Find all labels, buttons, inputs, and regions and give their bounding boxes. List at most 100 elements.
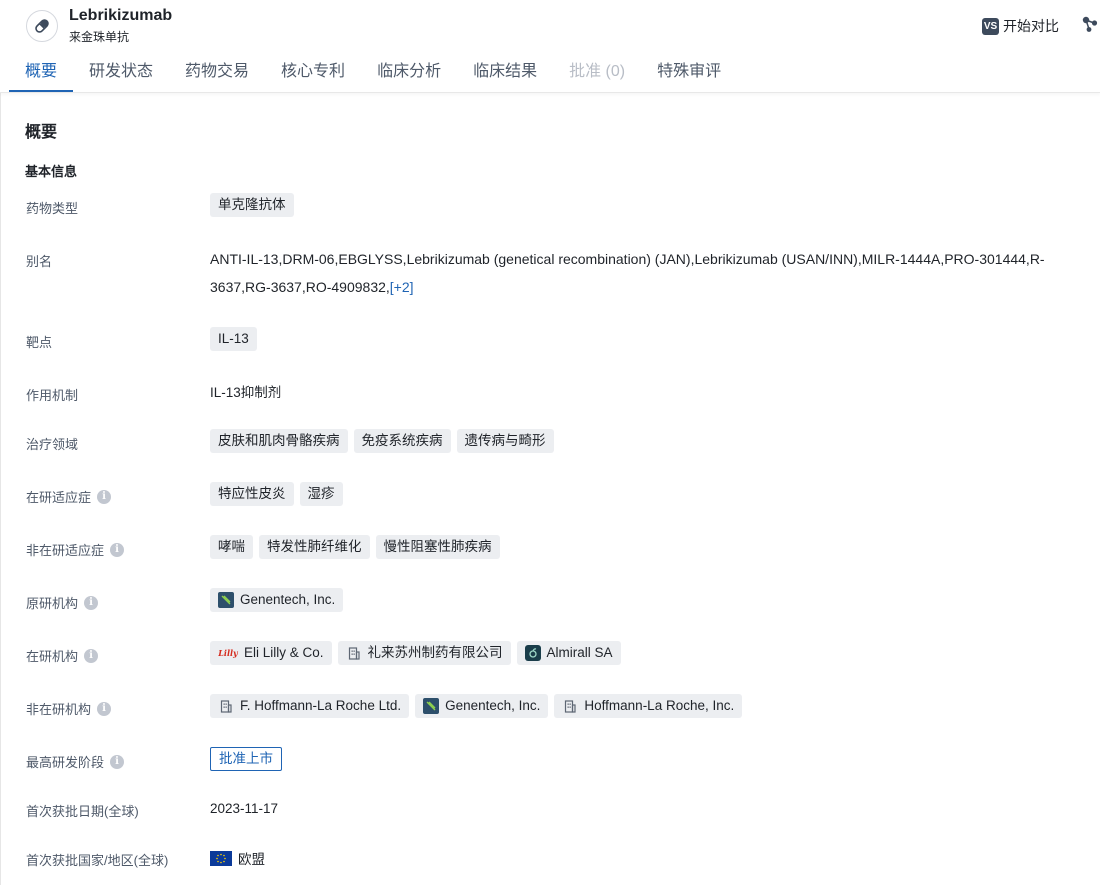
label-text: 作用机制 (26, 388, 79, 403)
originator-value: Genentech, Inc. (210, 588, 349, 612)
label-active-orgs: 在研机构 i (26, 646, 99, 665)
label-text: 首次获批国家/地区(全球) (26, 853, 169, 868)
almirall-logo (524, 645, 541, 661)
label-text: 靶点 (26, 335, 53, 350)
tag-indication[interactable]: 特应性皮炎 (210, 482, 294, 506)
tag-indication[interactable]: 哮喘 (210, 535, 253, 559)
tag-target[interactable]: IL-13 (210, 327, 257, 351)
info-icon[interactable]: i (110, 542, 125, 557)
label-text: 在研适应症 (26, 490, 92, 505)
approval-region-text: 欧盟 (238, 852, 265, 867)
tab-drug-deals[interactable]: 药物交易 (169, 52, 265, 92)
org-tag[interactable]: F. Hoffmann-La Roche Ltd. (210, 694, 410, 718)
label-therapeutic-area: 治疗领域 (26, 434, 78, 453)
label-inactive-orgs: 非在研机构 i (26, 699, 112, 718)
org-name: Genentech, Inc. (240, 592, 336, 607)
building-icon (346, 645, 362, 661)
inactive-orgs-value: F. Hoffmann-La Roche Ltd. Genentech, Inc… (210, 694, 748, 718)
label-drug-type: 药物类型 (26, 198, 78, 217)
aliases-more-link[interactable]: [+2] (390, 279, 414, 295)
tab-approvals: 批准 (0) (569, 63, 626, 80)
info-icon[interactable]: i (97, 489, 112, 504)
org-tag[interactable]: Genentech, Inc. (210, 588, 344, 612)
org-name: Genentech, Inc. (445, 698, 541, 713)
org-tag[interactable]: Genentech, Inc. (415, 694, 549, 718)
info-icon[interactable]: i (110, 754, 125, 769)
tag-therapeutic-area[interactable]: 遗传病与畸形 (456, 429, 554, 453)
tab-bar: 概要 研发状态 药物交易 核心专利 临床分析 临床结果 批准 (0) 特殊审评 (9, 52, 737, 92)
label-first-approval-date: 首次获批日期(全球) (26, 801, 139, 820)
tag-indication[interactable]: 湿疹 (299, 482, 343, 506)
tab-clinical-results[interactable]: 临床结果 (457, 52, 553, 92)
building-icon (218, 698, 234, 714)
org-tag[interactable]: Lilly Eli Lilly & Co. (210, 641, 332, 665)
tag-drug-type: 单克隆抗体 (210, 193, 294, 217)
label-text: 别名 (26, 254, 53, 269)
info-icon[interactable]: i (97, 701, 112, 716)
basic-info-title: 基本信息 (25, 164, 78, 179)
genentech-logo (218, 592, 234, 608)
compare-label: 开始对比 (1003, 18, 1059, 34)
mechanism-text: IL-13抑制剂 (210, 385, 282, 400)
drug-type-value: 单克隆抗体 (210, 193, 300, 217)
label-text: 治疗领域 (26, 437, 79, 452)
org-name: Almirall SA (546, 645, 613, 660)
drug-subtitle: 来金珠单抗 (69, 30, 130, 44)
active-orgs-value: Lilly Eli Lilly & Co. 礼来苏州制药有限公司 Almiral… (210, 641, 627, 665)
aliases-text: ANTI-IL-13,DRM-06,EBGLYSS,Lebrikizumab (… (210, 251, 1045, 295)
eu-flag-icon (210, 850, 232, 866)
section-title: 概要 (25, 124, 58, 141)
pill-icon (26, 10, 58, 42)
highest-phase-value: 批准上市 (210, 747, 282, 771)
share-icon[interactable] (1080, 14, 1100, 39)
label-target: 靶点 (26, 332, 52, 351)
info-icon[interactable]: i (84, 595, 99, 610)
label-text: 非在研机构 (26, 702, 92, 717)
tab-core-patents[interactable]: 核心专利 (265, 52, 361, 92)
org-tag[interactable]: Hoffmann-La Roche, Inc. (554, 694, 743, 718)
lilly-logo-text: Lilly (218, 648, 238, 658)
label-text: 最高研发阶段 (26, 755, 105, 770)
label-mechanism: 作用机制 (26, 385, 78, 404)
label-originator: 原研机构 i (26, 593, 99, 612)
org-tag[interactable]: Almirall SA (516, 641, 621, 665)
genentech-logo (423, 698, 440, 714)
org-name: F. Hoffmann-La Roche Ltd. (240, 698, 402, 713)
info-icon[interactable]: i (84, 648, 99, 663)
label-text: 非在研适应症 (26, 543, 105, 558)
label-text: 在研机构 (26, 649, 79, 664)
building-icon (562, 698, 578, 714)
org-name: Eli Lilly & Co. (244, 645, 324, 660)
therapeutic-area-value: 皮肤和肌肉骨骼疾病 免疫系统疾病 遗传病与畸形 (210, 429, 560, 453)
vs-icon: VS (982, 17, 999, 35)
tag-indication[interactable]: 特发性肺纤维化 (259, 535, 370, 559)
label-highest-phase: 最高研发阶段 i (26, 752, 125, 771)
org-name: Hoffmann-La Roche, Inc. (584, 698, 735, 713)
drug-title: Lebrikizumab (69, 7, 173, 24)
mechanism-value: IL-13抑制剂 (210, 381, 281, 401)
target-value: IL-13 (210, 327, 263, 351)
label-inactive-indications: 非在研适应症 i (26, 540, 125, 559)
inactive-indications-value: 哮喘 特发性肺纤维化 慢性阻塞性肺疾病 (210, 535, 506, 559)
first-approval-date-value: 2023-11-17 (210, 801, 278, 816)
start-compare-button[interactable]: VS 开始对比 (982, 16, 1059, 36)
label-first-approval-region: 首次获批国家/地区(全球) (26, 850, 168, 869)
label-active-indications: 在研适应症 i (26, 487, 112, 506)
lilly-logo: Lilly (218, 645, 238, 661)
tab-special-review[interactable]: 特殊审评 (641, 52, 737, 92)
tab-clinical-analysis[interactable]: 临床分析 (361, 52, 457, 92)
tag-therapeutic-area[interactable]: 皮肤和肌肉骨骼疾病 (210, 429, 348, 453)
tab-overview[interactable]: 概要 (9, 52, 74, 92)
tag-indication[interactable]: 慢性阻塞性肺疾病 (375, 535, 500, 559)
org-name: 礼来苏州制药有限公司 (367, 645, 503, 660)
active-indications-value: 特应性皮炎 湿疹 (210, 482, 349, 506)
aliases-value: ANTI-IL-13,DRM-06,EBGLYSS,Lebrikizumab (… (210, 245, 1085, 301)
tab-rd-status[interactable]: 研发状态 (73, 52, 169, 92)
label-text: 原研机构 (26, 596, 79, 611)
label-text: 药物类型 (26, 201, 79, 216)
drug-header: Lebrikizumab 来金珠单抗 VS 开始对比 概要 研发状态 药物交易 … (0, 0, 1100, 93)
label-text: 首次获批日期(全球) (26, 804, 139, 819)
first-approval-region-value: 欧盟 (210, 848, 265, 868)
tag-therapeutic-area[interactable]: 免疫系统疾病 (353, 429, 451, 453)
org-tag[interactable]: 礼来苏州制药有限公司 (337, 641, 511, 665)
